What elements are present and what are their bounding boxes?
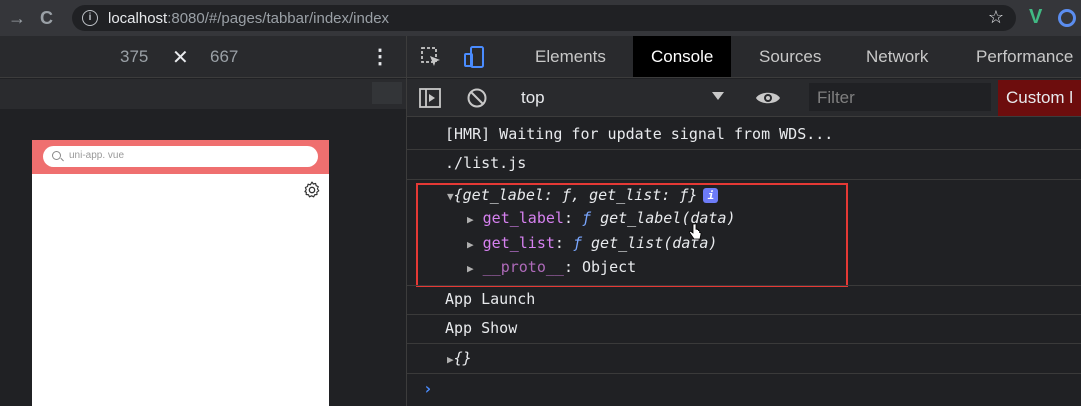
tab-console[interactable]: Console	[633, 36, 732, 77]
gear-icon[interactable]	[302, 180, 322, 200]
highlight-box	[416, 183, 848, 287]
clear-console-icon[interactable]	[465, 86, 489, 110]
info-icon[interactable]: i	[82, 10, 98, 26]
phone-header: uni-app. vue	[32, 140, 329, 174]
console-message: App Show	[445, 319, 518, 337]
eye-icon[interactable]	[755, 86, 781, 110]
device-toolbar: 375 ✕ 667 ⋮	[0, 36, 406, 78]
sidebar-toggle-icon[interactable]	[418, 86, 442, 110]
tab-elements[interactable]: Elements	[535, 47, 606, 67]
vue-devtools-extension-icon[interactable]: V	[1029, 6, 1042, 29]
console-output: [HMR] Waiting for update signal from WDS…	[407, 117, 1081, 406]
tab-performance[interactable]: Performance	[976, 47, 1073, 67]
browser-topbar: → C i localhost:8080/#/pages/tabbar/inde…	[0, 0, 1081, 36]
reload-icon[interactable]: C	[40, 8, 53, 29]
phone-search-input[interactable]: uni-app. vue	[43, 146, 318, 167]
bookmark-star-icon[interactable]: ☆	[988, 7, 1004, 28]
context-selector[interactable]: top	[521, 88, 545, 108]
device-ruler-bar	[0, 79, 406, 109]
message-separator	[407, 343, 1081, 344]
custom-levels-button[interactable]: Custom l	[998, 80, 1081, 116]
tab-sources[interactable]: Sources	[759, 47, 821, 67]
message-separator	[407, 149, 1081, 150]
console-message: ./list.js	[445, 154, 527, 172]
url-text: localhost:8080/#/pages/tabbar/index/inde…	[108, 10, 390, 27]
inspect-element-icon[interactable]	[419, 45, 443, 69]
dimension-times-icon: ✕	[172, 47, 189, 69]
tab-network[interactable]: Network	[866, 47, 928, 67]
devtools-tabbar: Elements Console Sources Network Perform…	[407, 36, 1081, 78]
phone-search-placeholder: uni-app. vue	[69, 150, 125, 161]
chevron-down-icon[interactable]	[712, 92, 724, 100]
message-separator	[407, 285, 1081, 286]
extension-circle-icon[interactable]	[1058, 9, 1076, 27]
console-message: App Launch	[445, 290, 536, 308]
message-separator	[407, 314, 1081, 315]
more-options-icon[interactable]: ⋮	[370, 44, 390, 69]
expand-right-icon[interactable]: ▶	[447, 353, 454, 366]
device-width[interactable]: 375	[120, 47, 148, 67]
message-separator	[407, 373, 1081, 374]
search-icon	[52, 151, 61, 160]
empty-object-row[interactable]: ▶{}	[447, 349, 472, 367]
emulated-phone-screen: uni-app. vue	[32, 140, 329, 406]
console-toolbar: top Filter Custom l	[407, 79, 1081, 117]
console-prompt[interactable]: ›	[423, 379, 433, 398]
device-toggle-icon[interactable]	[463, 45, 487, 69]
mouse-cursor-icon	[689, 223, 702, 240]
message-separator	[407, 179, 1081, 180]
ruler-block	[372, 82, 402, 104]
console-message: [HMR] Waiting for update signal from WDS…	[445, 125, 834, 143]
forward-arrow-icon[interactable]: →	[8, 8, 26, 29]
device-height[interactable]: 667	[210, 47, 238, 67]
filter-input[interactable]: Filter	[809, 83, 991, 111]
address-bar[interactable]: i localhost:8080/#/pages/tabbar/index/in…	[72, 5, 1016, 31]
